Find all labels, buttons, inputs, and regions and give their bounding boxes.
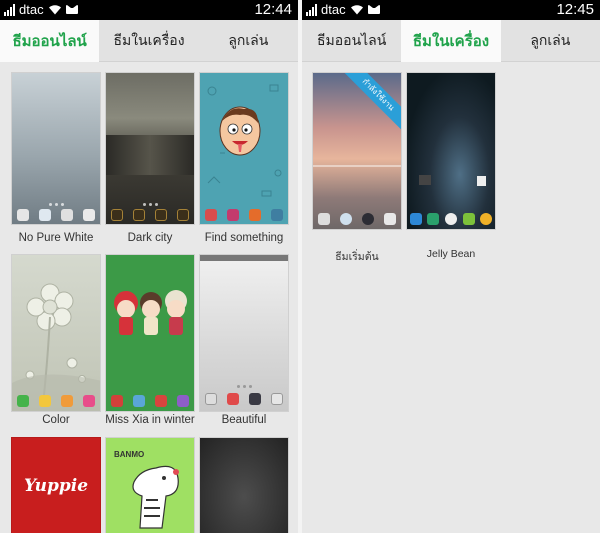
app-icon <box>462 213 475 225</box>
clock: 12:44 <box>254 1 292 18</box>
app-icon <box>111 209 123 221</box>
theme-name: ธีมเริ่มต้น <box>335 251 379 263</box>
tab-local-themes[interactable]: ธีมในเครื่อง <box>401 20 501 62</box>
app-icon <box>427 213 440 225</box>
theme-thumbnail <box>11 254 101 412</box>
tab-online-themes[interactable]: ธีมออนไลน์ <box>0 20 100 62</box>
wifi-icon <box>48 5 61 15</box>
theme-name: No Pure White <box>18 232 94 244</box>
app-icon <box>17 395 29 407</box>
app-icon <box>409 213 422 225</box>
tab-effects[interactable]: ลูกเล่น <box>199 20 298 61</box>
installed-theme-grid: กำลังใช้งาน ธีมเริ่มต้น Jelly Bean <box>302 62 600 533</box>
app-icon <box>61 395 73 407</box>
cartoon-face-illustration <box>207 84 282 197</box>
tab-effects[interactable]: ลูกเล่น <box>501 20 600 61</box>
app-icon <box>227 393 239 405</box>
wifi-icon <box>350 5 363 15</box>
theme-name: Miss Xia in winter <box>105 414 195 426</box>
status-bar: dtac 12:44 <box>0 0 298 20</box>
app-icon <box>17 209 29 221</box>
theme-name: Dark city <box>127 232 173 244</box>
app-icon <box>111 395 123 407</box>
theme-card-default[interactable]: กำลังใช้งาน ธีมเริ่มต้น <box>312 72 402 263</box>
play-store-widget <box>477 176 486 186</box>
signal-icon <box>4 3 15 16</box>
theme-thumbnail <box>105 254 195 412</box>
mail-icon <box>65 5 78 14</box>
theme-name: Find something <box>204 232 284 244</box>
mail-icon <box>367 5 380 14</box>
app-icon <box>249 393 261 405</box>
app-icon <box>318 213 330 225</box>
theme-name: Beautiful <box>221 414 267 426</box>
zebra-illustration <box>132 465 179 529</box>
carrier-label: dtac <box>19 2 44 17</box>
carrier-label: dtac <box>321 2 346 17</box>
theme-thumbnail <box>199 72 289 225</box>
theme-thumbnail <box>406 72 496 230</box>
theme-name: Jelly Bean <box>426 248 476 260</box>
theme-thumbnail: Yuppie <box>11 437 101 533</box>
app-icon <box>205 393 217 405</box>
theme-card-banmo[interactable]: BANMO <box>105 437 195 533</box>
theme-thumbnail <box>11 72 101 225</box>
tab-bar: ธีมออนไลน์ ธีมในเครื่อง ลูกเล่น <box>302 20 600 62</box>
app-icon <box>249 209 261 221</box>
app-icon <box>480 213 493 225</box>
app-icon <box>340 213 352 225</box>
app-icon <box>177 395 189 407</box>
theme-thumbnail-text: Yuppie <box>23 476 89 496</box>
theme-thumbnail: กำลังใช้งาน <box>312 72 402 230</box>
app-icon <box>227 209 239 221</box>
app-icon <box>39 395 51 407</box>
app-icon <box>155 209 167 221</box>
app-icon <box>83 209 95 221</box>
tab-bar: ธีมออนไลน์ ธีมในเครื่อง ลูกเล่น <box>0 20 298 62</box>
tab-local-themes[interactable]: ธีมในเครื่อง <box>99 20 198 61</box>
app-icon <box>205 209 217 221</box>
app-icon <box>133 395 145 407</box>
status-bar: dtac 12:45 <box>302 0 600 20</box>
theme-grid: No Pure White Dark city Find something C… <box>0 62 298 533</box>
flower-illustration <box>12 283 100 411</box>
app-icon <box>61 209 73 221</box>
app-icon <box>133 209 145 221</box>
app-icon <box>83 395 95 407</box>
app-icon <box>444 213 457 225</box>
app-icon <box>39 209 51 221</box>
signal-icon <box>306 3 317 16</box>
tab-online-themes[interactable]: ธีมออนไลน์ <box>302 20 401 61</box>
girls-illustration <box>114 290 187 335</box>
theme-thumbnail: BANMO <box>105 437 195 533</box>
theme-card-jelly-bean[interactable]: Jelly Bean <box>406 72 496 260</box>
app-icon <box>155 395 167 407</box>
in-use-ribbon: กำลังใช้งาน <box>340 73 401 133</box>
theme-card-beautiful[interactable]: Beautiful <box>199 254 289 434</box>
theme-card-color[interactable]: Color <box>11 254 101 434</box>
theme-card-yuppie[interactable]: Yuppie <box>11 437 101 533</box>
theme-thumbnail <box>105 72 195 225</box>
theme-card-find-something[interactable]: Find something <box>199 72 289 252</box>
app-icon <box>384 213 396 225</box>
theme-card-miss-xia[interactable]: Miss Xia in winter <box>105 254 195 434</box>
theme-thumbnail <box>199 254 289 412</box>
theme-card-dark-city[interactable]: Dark city <box>105 72 195 252</box>
camera-widget <box>419 175 431 185</box>
theme-card-no-pure-white[interactable]: No Pure White <box>11 72 101 252</box>
theme-name: Color <box>42 414 70 426</box>
app-icon <box>271 393 283 405</box>
online-themes-screen: dtac 12:44 ธีมออนไลน์ ธีมในเครื่อง ลูกเล… <box>0 0 298 533</box>
theme-card-dark[interactable] <box>199 437 289 533</box>
theme-thumbnail <box>199 437 289 533</box>
app-icon <box>177 209 189 221</box>
app-icon <box>362 213 374 225</box>
app-icon <box>271 209 283 221</box>
clock: 12:45 <box>556 1 594 18</box>
local-themes-screen: dtac 12:45 ธีมออนไลน์ ธีมในเครื่อง ลูกเล… <box>302 0 600 533</box>
